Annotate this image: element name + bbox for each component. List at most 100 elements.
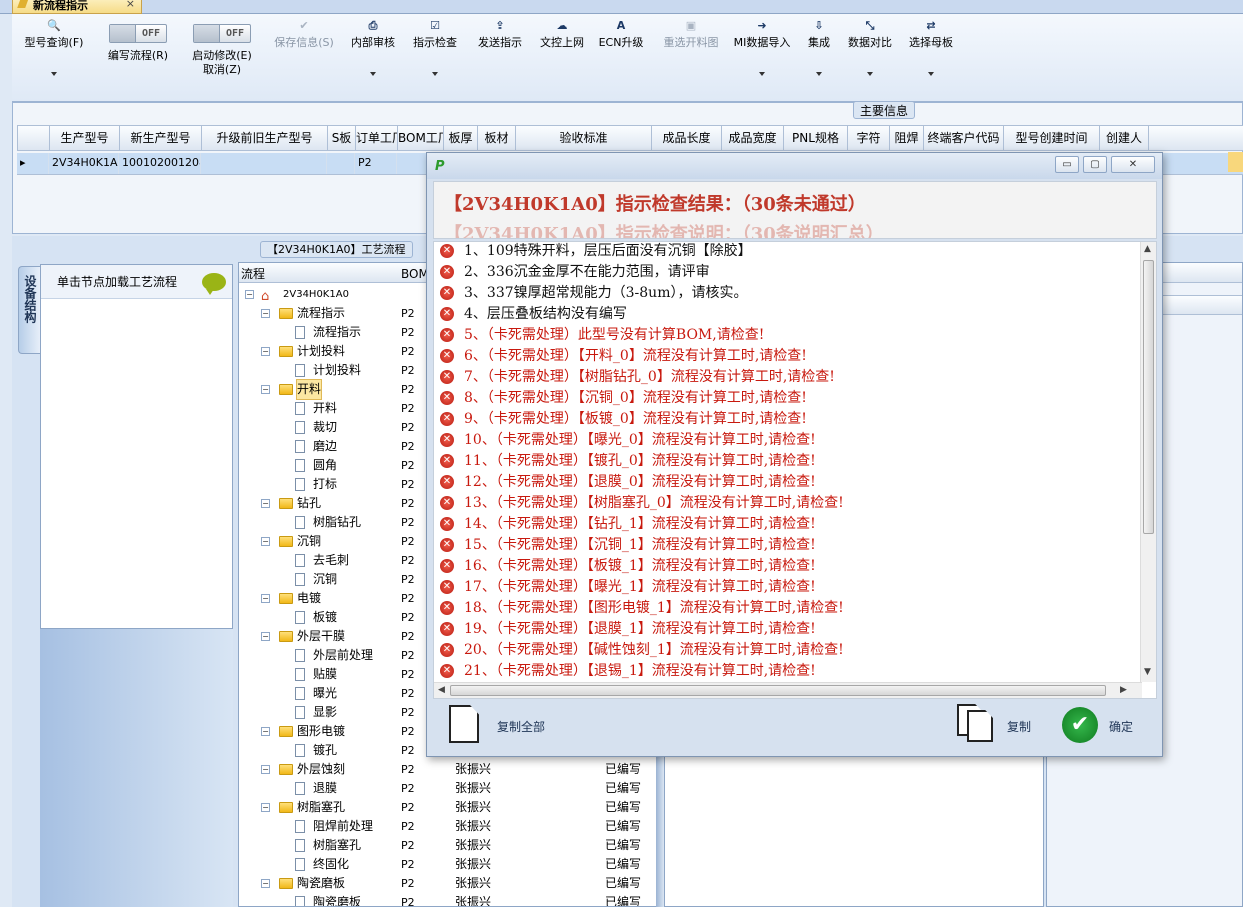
scroll-up-icon[interactable]: ▲ [1144,244,1151,254]
toggle-switch[interactable]: OFF [193,24,251,43]
chevron-down-icon[interactable] [370,72,376,76]
expand-toggle-icon[interactable]: − [261,879,270,888]
message-item[interactable]: ✕ 14、（卡死需处理）【钻孔_1】流程没有计算工时,请检查! [438,514,816,535]
chevron-down-icon[interactable] [816,72,822,76]
message-item[interactable]: ✕ 8、（卡死需处理）【沉铜_0】流程没有计算工时,请检查! [438,388,807,409]
expand-toggle-icon[interactable]: − [261,765,270,774]
toolbar-button-11[interactable]: ⇩ 集成 [804,14,834,100]
grid-column-header[interactable]: 新生产型号 [120,126,202,150]
grid-column-header[interactable]: BOM工厂 [398,126,444,150]
message-item[interactable]: ✕ 15、（卡死需处理）【沉铜_1】流程没有计算工时,请检查! [438,535,816,556]
message-item[interactable]: ✕ 16、（卡死需处理）【板镀_1】流程没有计算工时,请检查! [438,556,816,577]
toolbar-button-6[interactable]: ⇪ 发送指示 [472,14,528,100]
expand-toggle-icon[interactable]: − [261,594,270,603]
tree-node[interactable]: − 树脂塞孔 P2 张振兴 已编写 [239,798,657,817]
expand-toggle-icon[interactable]: − [261,803,270,812]
chevron-down-icon[interactable] [51,72,57,76]
message-item[interactable]: ✕ 9、（卡死需处理）【板镀_0】流程没有计算工时,请检查! [438,409,807,430]
toolbar-button-0[interactable]: 🔍 型号查询(F) [20,14,88,100]
maximize-button[interactable]: ▢ [1083,156,1107,173]
scroll-left-icon[interactable]: ◀ [438,685,445,695]
grid-column-header[interactable]: 验收标准 [516,126,652,150]
toolbar-button-8[interactable]: A ECN升级 [598,14,644,100]
message-item[interactable]: ✕ 3、337镍厚超常规能力（3-8um），请核实。 [438,283,747,304]
message-item[interactable]: ✕ 11、（卡死需处理）【镀孔_0】流程没有计算工时,请检查! [438,451,816,472]
grid-column-header[interactable]: 创建人 [1100,126,1149,150]
toggle-switch[interactable]: OFF [109,24,167,43]
close-tab-icon[interactable]: × [126,0,135,10]
grid-column-header[interactable]: 板厚 [444,126,478,150]
expand-toggle-icon[interactable]: − [261,537,270,546]
message-item[interactable]: ✕ 5、（卡死需处理）此型号没有计算BOM,请检查! [438,325,764,346]
grid-column-header[interactable]: 板材 [478,126,516,150]
comment-bubble-icon[interactable] [202,273,226,295]
toolbar-button-4[interactable]: ⎙ 内部审核 [348,14,398,100]
message-item[interactable]: ✕ 1、109特殊开料，层压后面没有沉铜【除胶】 [438,242,752,262]
grid-column-header[interactable]: 生产型号 [50,126,120,150]
expand-toggle-icon[interactable]: − [261,727,270,736]
document-tab[interactable]: 新流程指示 × [12,0,142,14]
tree-node[interactable]: 陶瓷磨板 P2 张振兴 已编写 [239,893,657,906]
grid-column-header[interactable]: 字符 [848,126,890,150]
copy-icon[interactable] [967,710,993,742]
message-item[interactable]: ✕ 21、（卡死需处理）【退锡_1】流程没有计算工时,请检查! [438,661,816,682]
toolbar-button-7[interactable]: ☁ 文控上网 [536,14,588,100]
ok-check-icon[interactable]: ✔ [1062,707,1098,743]
message-item[interactable]: ✕ 2、336沉金金厚不在能力范围，请评审 [438,262,710,283]
chevron-down-icon[interactable] [867,72,873,76]
expand-toggle-icon[interactable]: − [245,290,254,299]
toolbar-button-10[interactable]: ➜ MI数据导入 [730,14,794,100]
tree-col-flow[interactable]: 流程 [241,265,265,282]
vertical-scrollbar[interactable]: ▲ ▼ [1140,242,1156,682]
message-item[interactable]: ✕ 18、（卡死需处理）【图形电镀_1】流程没有计算工时,请检查! [438,598,844,619]
vertical-scroll-thumb[interactable] [1143,260,1154,534]
toolbar-button-2[interactable]: OFF 启动修改(E) 取消(Z) [182,14,262,100]
message-item[interactable]: ✕ 17、（卡死需处理）【曝光_1】流程没有计算工时,请检查! [438,577,816,598]
copy-all-icon[interactable] [449,705,479,743]
expand-toggle-icon[interactable]: − [261,309,270,318]
tree-node[interactable]: − 陶瓷磨板 P2 张振兴 已编写 [239,874,657,893]
toolbar-button-5[interactable]: ☑ 指示检查 [410,14,460,100]
copy-button[interactable]: 复制 [1007,718,1031,735]
tree-node[interactable]: 退膜 P2 张振兴 已编写 [239,779,657,798]
toolbar-button-9[interactable]: ▣ 重选开料图 [656,14,726,100]
message-item[interactable]: ✕ 7、（卡死需处理）【树脂钻孔_0】流程没有计算工时,请检查! [438,367,835,388]
message-item[interactable]: ✕ 4、层压叠板结构没有编写 [438,304,627,325]
expand-toggle-icon[interactable]: − [261,632,270,641]
message-item[interactable]: ✕ 6、（卡死需处理）【开料_0】流程没有计算工时,请检查! [438,346,807,367]
message-item[interactable]: ✕ 12、（卡死需处理）【退膜_0】流程没有计算工时,请检查! [438,472,816,493]
toolbar-button-1[interactable]: OFF 编写流程(R) [98,14,178,100]
close-button[interactable]: ✕ [1111,156,1155,173]
grid-column-header[interactable]: 终端客户代码 [924,126,1004,150]
expand-toggle-icon[interactable]: − [261,347,270,356]
horizontal-scroll-thumb[interactable] [450,685,1106,696]
toolbar-label-secondary[interactable]: 取消(Z) [182,63,262,77]
toolbar-button-13[interactable]: ⇄ 选择母板 [906,14,956,100]
equipment-panel-header[interactable]: 单击节点加载工艺流程 [41,265,232,299]
tree-node[interactable]: 阻焊前处理 P2 张振兴 已编写 [239,817,657,836]
message-item[interactable]: ✕ 20、（卡死需处理）【碱性蚀刻_1】流程没有计算工时,请检查! [438,640,844,661]
message-item[interactable]: ✕ 13、（卡死需处理）【树脂塞孔_0】流程没有计算工时,请检查! [438,493,844,514]
grid-column-header[interactable]: PNL规格 [784,126,848,150]
grid-column-header[interactable] [18,126,50,150]
chevron-down-icon[interactable] [928,72,934,76]
grid-column-header[interactable]: 成品长度 [652,126,722,150]
tree-node[interactable]: 树脂塞孔 P2 张振兴 已编写 [239,836,657,855]
tree-node[interactable]: − 外层蚀刻 P2 张振兴 已编写 [239,760,657,779]
expand-toggle-icon[interactable]: − [261,385,270,394]
dialog-titlebar[interactable]: P ▭ ▢ ✕ [427,153,1162,179]
chevron-down-icon[interactable] [759,72,765,76]
scroll-right-icon[interactable]: ▶ [1120,685,1127,695]
minimize-button[interactable]: ▭ [1055,156,1079,173]
expand-toggle-icon[interactable]: − [261,499,270,508]
grid-column-header[interactable]: 订单工厂 [356,126,398,150]
grid-column-header[interactable]: 阻焊 [890,126,924,150]
copy-all-button[interactable]: 复制全部 [497,718,545,735]
horizontal-scrollbar[interactable]: ◀ ▶ [434,682,1142,698]
chevron-down-icon[interactable] [432,72,438,76]
message-item[interactable]: ✕ 19、（卡死需处理）【退膜_1】流程没有计算工时,请检查! [438,619,816,640]
tree-node[interactable]: 终固化 P2 张振兴 已编写 [239,855,657,874]
side-tab-equipment[interactable]: 设备结构 [18,266,40,354]
toolbar-button-3[interactable]: ✔ 保存信息(S) [266,14,342,100]
message-item[interactable]: ✕ 10、（卡死需处理）【曝光_0】流程没有计算工时,请检查! [438,430,816,451]
